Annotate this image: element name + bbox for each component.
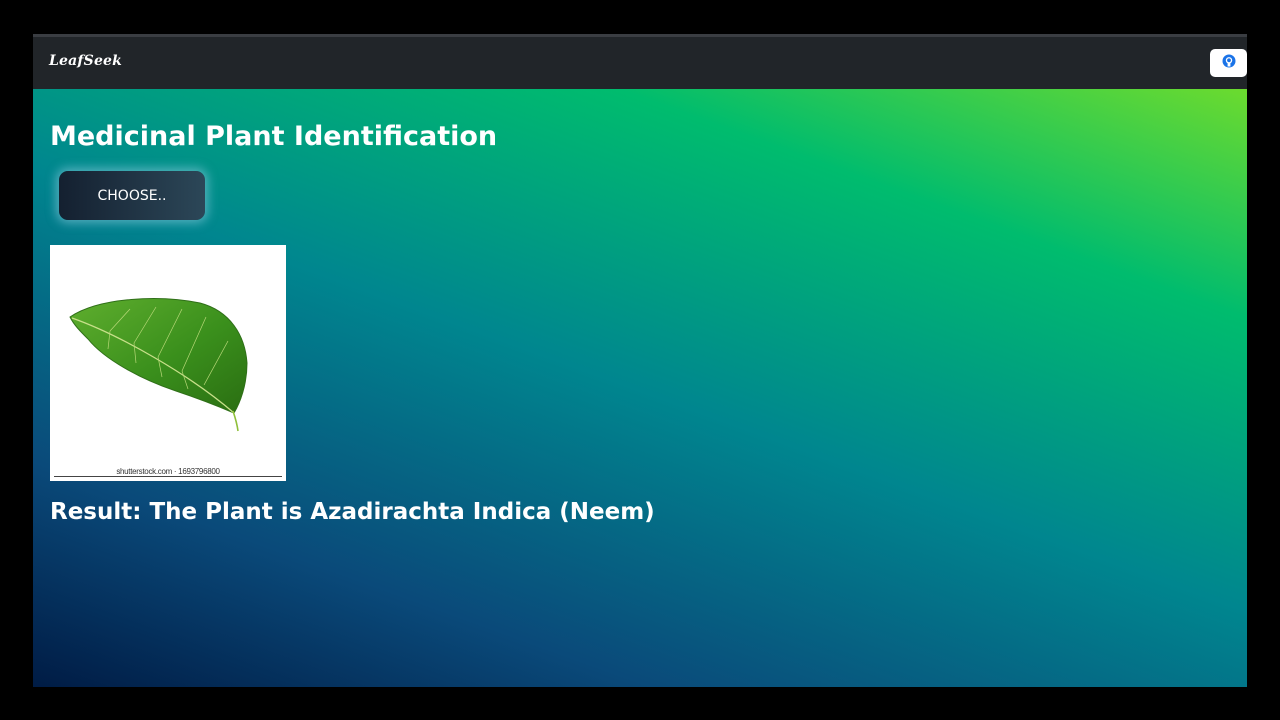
brand-logo[interactable]: LeafSeek [49,53,122,69]
uploaded-image-preview: shutterstock.com · 1693796800 [50,245,286,481]
result-text: Result: The Plant is Azadirachta Indica … [50,499,655,525]
choose-file-button[interactable]: CHOOSE.. [59,171,205,220]
image-watermark: shutterstock.com · 1693796800 [116,467,220,476]
leaf-image [69,298,248,432]
github-icon [1222,54,1236,73]
watermark-divider [54,476,282,477]
github-button[interactable] [1210,49,1247,77]
page-title: Medicinal Plant Identification [50,121,498,152]
navbar: LeafSeek [33,37,1247,89]
main-content: Medicinal Plant Identification CHOOSE.. … [33,89,1247,687]
browser-window: LeafSeek Medicinal Plant Identification … [33,34,1247,687]
